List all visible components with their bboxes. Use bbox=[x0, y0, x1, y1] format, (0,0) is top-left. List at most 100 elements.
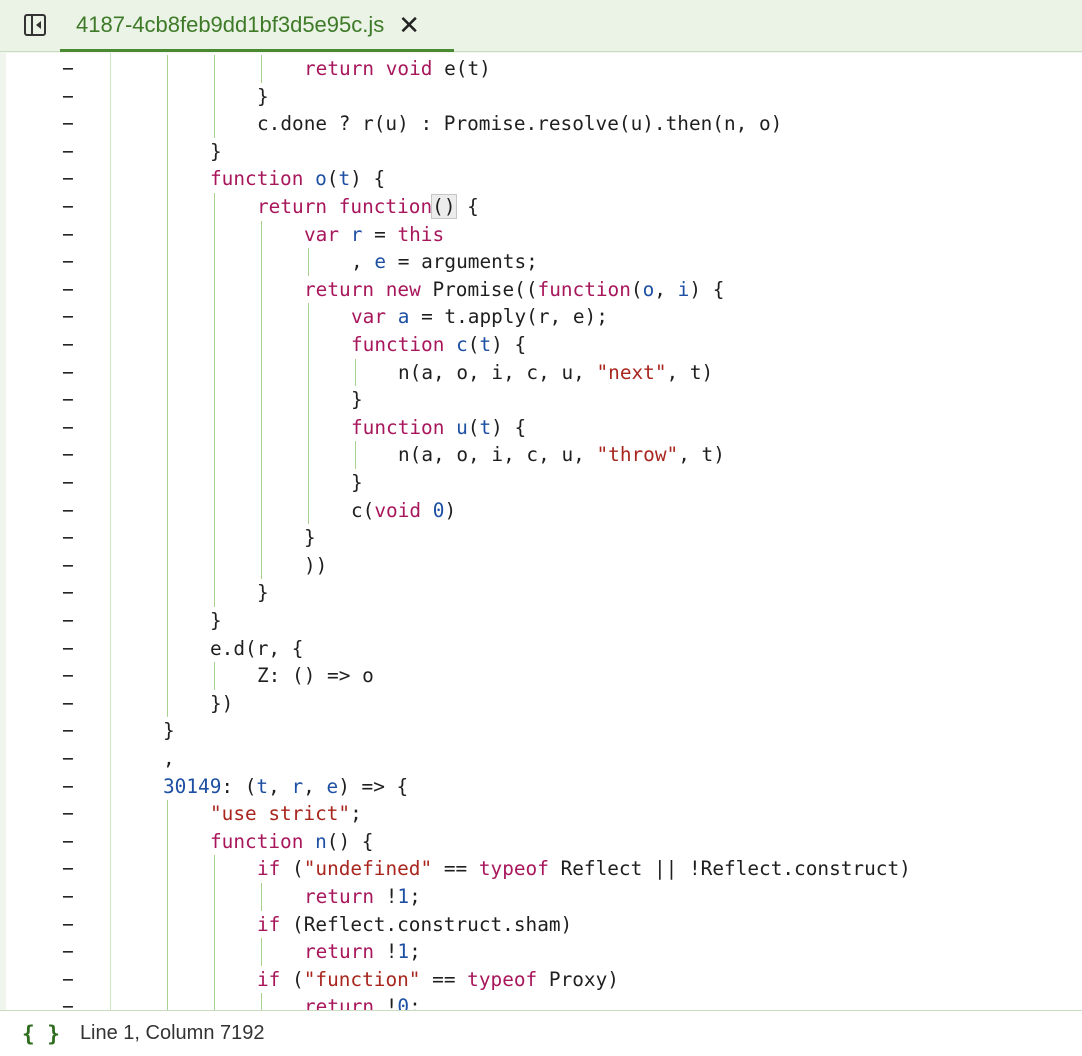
code-token: = arguments; bbox=[386, 250, 538, 274]
code-text: function c(t) { bbox=[351, 331, 526, 359]
indent-guide bbox=[261, 55, 262, 83]
diff-removed-marker: − bbox=[62, 829, 74, 853]
code-token: n bbox=[315, 829, 327, 853]
code-token: } bbox=[210, 139, 222, 163]
code-token: function bbox=[351, 415, 445, 439]
diff-removed-marker: − bbox=[62, 581, 74, 605]
close-icon[interactable]: ✕ bbox=[398, 12, 420, 38]
code-token: : ( bbox=[221, 774, 257, 798]
code-token: function bbox=[210, 167, 304, 191]
pretty-print-icon[interactable]: { } bbox=[22, 1022, 60, 1046]
indent-guide bbox=[308, 248, 309, 276]
code-token: typeof bbox=[467, 967, 538, 991]
code-text: c(void 0) bbox=[351, 497, 456, 525]
code-token: Z: () => o bbox=[257, 664, 374, 688]
gutter-separator bbox=[110, 53, 111, 1010]
code-token: if bbox=[257, 857, 281, 881]
file-tab-label[interactable]: 4187-4cb8feb9dd1bf3d5e95c.js bbox=[76, 12, 384, 38]
code-token: 0 bbox=[432, 498, 445, 522]
code-token: == bbox=[420, 967, 468, 991]
code-token: (Reflect.construct.sham) bbox=[280, 912, 573, 936]
code-token: return bbox=[304, 57, 375, 80]
code-token: "undefined" bbox=[303, 857, 433, 881]
code-token: t bbox=[256, 774, 269, 798]
code-token: "use strict" bbox=[210, 802, 351, 826]
diff-removed-marker: − bbox=[62, 222, 74, 246]
diff-removed-marker: − bbox=[62, 967, 74, 991]
diff-removed-marker: − bbox=[62, 112, 74, 136]
code-text: } bbox=[351, 386, 363, 414]
code-token: == bbox=[432, 857, 479, 881]
code-token: } bbox=[304, 526, 316, 550]
code-token: ) { bbox=[491, 333, 527, 356]
code-token: } bbox=[351, 388, 363, 412]
code-token: "throw" bbox=[596, 443, 679, 467]
code-token: a bbox=[397, 305, 410, 329]
code-token: e bbox=[374, 250, 387, 274]
cursor-position: Line 1, Column 7192 bbox=[79, 1022, 265, 1044]
code-text: return !1; bbox=[304, 883, 421, 911]
code-token: ; bbox=[409, 885, 421, 908]
diff-removed-marker: − bbox=[62, 940, 74, 964]
diff-removed-marker: − bbox=[62, 526, 74, 550]
code-text: function o(t) { bbox=[210, 165, 385, 193]
indent-guide bbox=[261, 220, 262, 580]
code-text: return function() { bbox=[257, 193, 479, 221]
tab-bar: 4187-4cb8feb9dd1bf3d5e95c.js ✕ bbox=[0, 0, 1082, 52]
indent-guide bbox=[214, 193, 215, 607]
code-text: return !0; bbox=[304, 993, 421, 1010]
code-token: () bbox=[431, 194, 457, 219]
diff-removed-marker: − bbox=[62, 167, 74, 191]
diff-removed-marker: − bbox=[62, 195, 74, 218]
code-token: Reflect || !Reflect.construct) bbox=[548, 857, 911, 881]
code-token: = t.apply(r, e); bbox=[409, 305, 608, 329]
code-token: ( bbox=[467, 415, 480, 439]
code-text: )) bbox=[304, 552, 327, 580]
code-text: if (Reflect.construct.sham) bbox=[257, 911, 572, 939]
code-token: { bbox=[455, 195, 479, 218]
code-token: typeof bbox=[478, 857, 549, 881]
code-text: return new Promise((function(o, i) { bbox=[304, 276, 724, 304]
code-token: 1 bbox=[397, 940, 410, 964]
indent-guide bbox=[214, 855, 215, 1010]
code-token: i bbox=[677, 277, 690, 301]
code-token: } bbox=[351, 471, 363, 494]
code-text: } bbox=[257, 579, 269, 607]
code-token: "next" bbox=[596, 360, 667, 384]
code-token: function bbox=[210, 829, 304, 853]
code-text: if ("function" == typeof Proxy) bbox=[257, 966, 619, 994]
code-token: ; bbox=[350, 802, 362, 826]
code-token: }) bbox=[210, 691, 234, 715]
code-token: return bbox=[304, 885, 375, 908]
file-tab[interactable]: 4187-4cb8feb9dd1bf3d5e95c.js ✕ bbox=[60, 0, 454, 52]
code-token: e(t) bbox=[432, 57, 491, 80]
code-token: ) => { bbox=[338, 774, 409, 798]
panel-left-collapse-icon[interactable] bbox=[24, 14, 46, 36]
code-editor[interactable]: − return void e(t) −} − c.done ? r(u) : Prom… bbox=[6, 53, 1082, 1010]
code-token: ( bbox=[630, 277, 643, 301]
indent-guide bbox=[261, 993, 262, 1010]
code-token: function bbox=[338, 195, 433, 218]
diff-removed-marker: − bbox=[62, 719, 74, 743]
code-token: = bbox=[362, 222, 398, 246]
code-text: if ("undefined" == typeof Reflect || !Re… bbox=[257, 855, 911, 883]
code-token: n(a, o, i, c, u, bbox=[398, 360, 597, 384]
diff-removed-marker: − bbox=[62, 84, 74, 108]
code-token: this bbox=[397, 222, 445, 246]
code-token: void bbox=[374, 498, 422, 522]
indent-guide bbox=[308, 303, 309, 525]
code-text: var r = this bbox=[304, 221, 444, 249]
code-token: var bbox=[304, 222, 340, 246]
code-token: "function" bbox=[303, 967, 421, 991]
code-text: } bbox=[210, 138, 222, 166]
code-token: , bbox=[654, 277, 678, 301]
code-text: n(a, o, i, c, u, "throw", t) bbox=[398, 441, 725, 469]
code-token: ) { bbox=[350, 167, 386, 191]
indent-guide bbox=[214, 55, 215, 138]
code-text: } bbox=[351, 469, 363, 497]
